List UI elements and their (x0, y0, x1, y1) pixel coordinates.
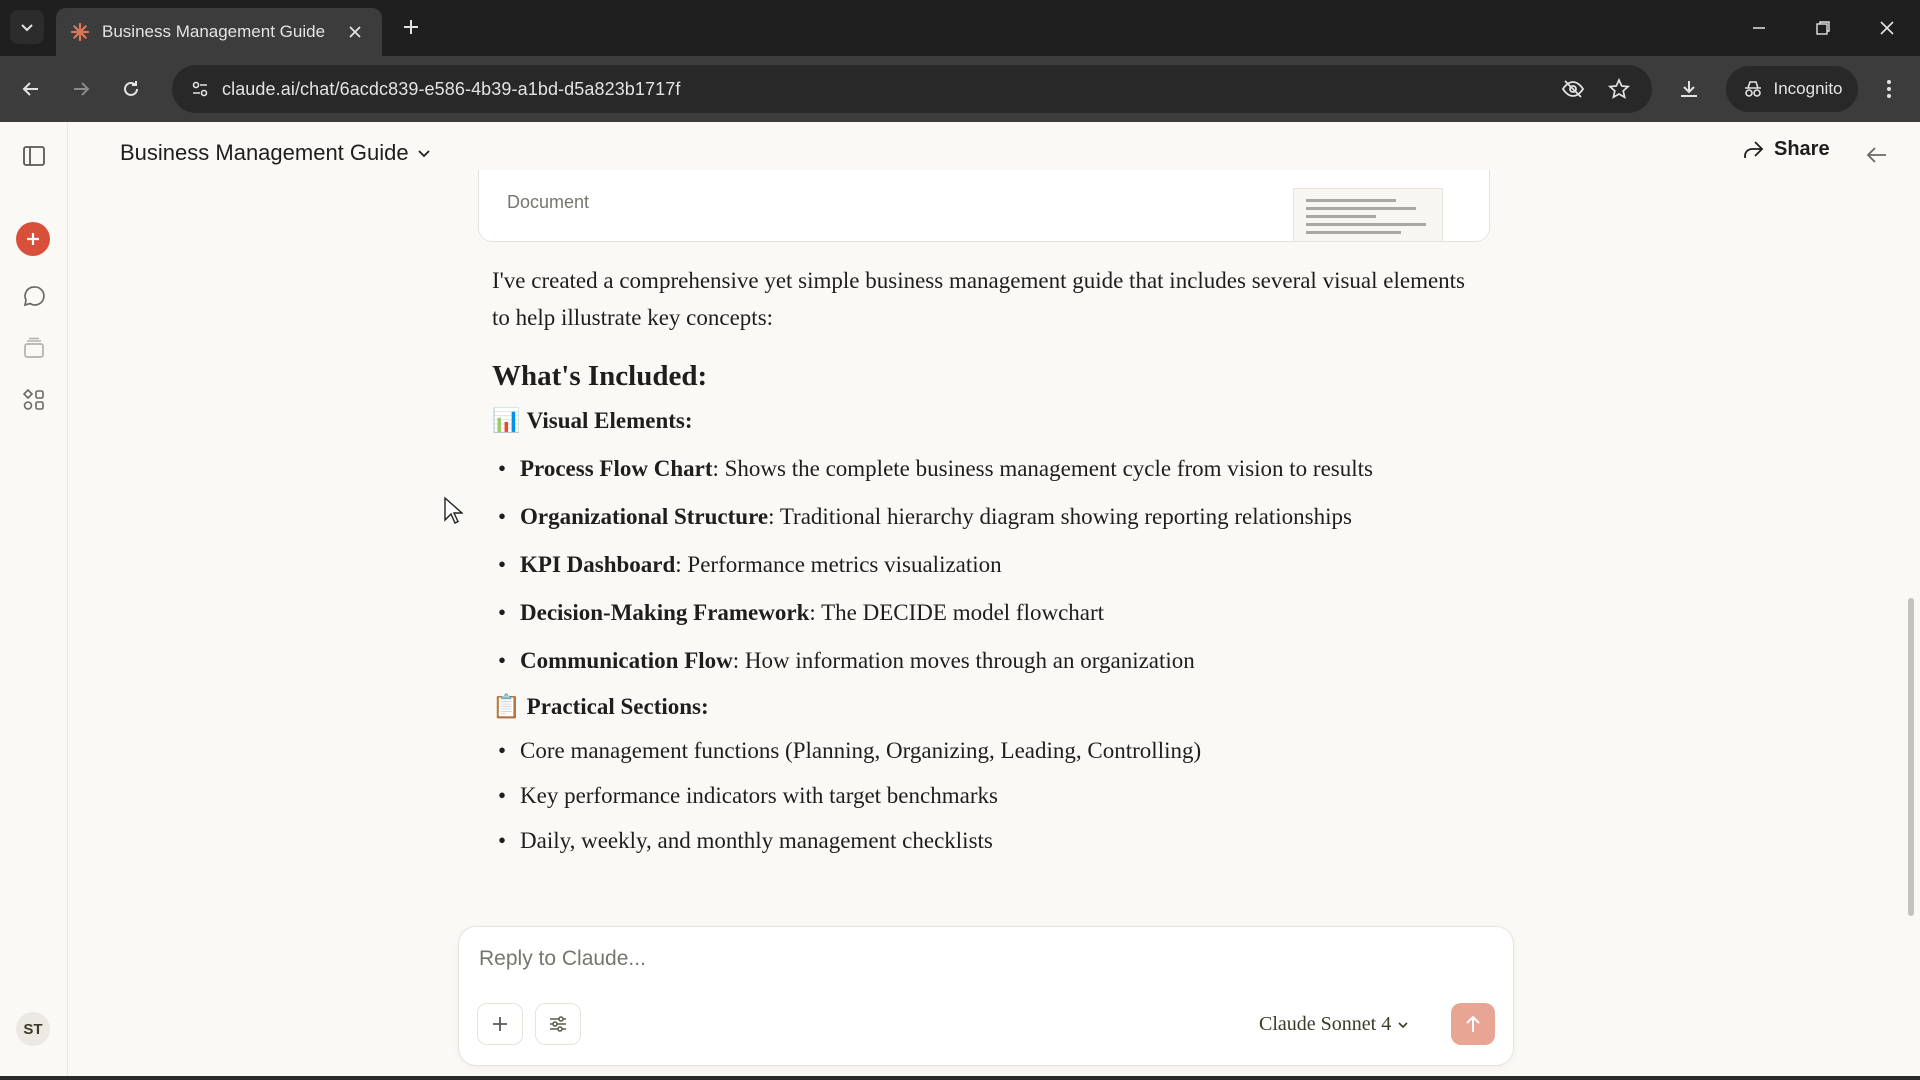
projects-icon (24, 337, 44, 358)
artifacts-icon (22, 388, 44, 410)
site-info-icon[interactable] (178, 65, 222, 113)
list-item: Key performance indicators with target b… (492, 777, 1472, 814)
artifacts-button[interactable] (14, 380, 54, 420)
artifact-thumbnail (1293, 188, 1443, 241)
arrow-left-icon (1866, 147, 1886, 163)
close-panel-button[interactable] (1862, 140, 1892, 170)
close-window-button[interactable] (1864, 8, 1910, 48)
incognito-label: Incognito (1773, 79, 1843, 98)
tab-title: Business Management Guide (102, 22, 326, 41)
visual-elements-list: Process Flow Chart: Shows the complete b… (492, 450, 1472, 679)
assistant-message: I've created a comprehensive yet simple … (492, 262, 1472, 867)
bar-chart-icon: 📊 (492, 408, 521, 433)
clipboard-icon: 📋 (492, 694, 521, 719)
share-arrow-icon (1744, 140, 1764, 158)
artifact-card[interactable]: Document (478, 170, 1490, 242)
download-icon (1681, 81, 1697, 97)
arrow-left-icon (22, 82, 38, 96)
minimize-button[interactable] (1736, 8, 1782, 48)
conversation-title-text: Business Management Guide (120, 140, 409, 165)
restore-button[interactable] (1800, 8, 1846, 48)
scrollbar-thumb[interactable] (1908, 598, 1914, 916)
new-chat-button[interactable] (16, 222, 50, 256)
app-sidebar: ST (0, 122, 68, 1080)
window-bottom-edge (0, 1076, 1920, 1080)
chats-button[interactable] (14, 276, 54, 316)
model-label: Claude Sonnet 4 (1259, 1013, 1392, 1035)
send-button[interactable] (1451, 1003, 1495, 1045)
mouse-cursor-icon (444, 496, 463, 524)
reply-composer: Claude Sonnet 4 (458, 926, 1514, 1066)
list-item: Organizational Structure: Traditional hi… (492, 498, 1472, 535)
section-heading-visual: 📊 Visual Elements: (492, 407, 1472, 434)
list-item: Process Flow Chart: Shows the complete b… (492, 450, 1472, 487)
incognito-icon (1744, 81, 1761, 97)
downloads-button[interactable] (1670, 70, 1708, 108)
browser-tab[interactable]: Business Management Guide (56, 8, 382, 56)
chevron-down-icon (1398, 1021, 1408, 1028)
bookmark-star-icon[interactable] (1604, 74, 1634, 104)
conversation-title[interactable]: Business Management Guide (120, 140, 431, 166)
sliders-icon (550, 1016, 566, 1032)
more-vertical-icon (1887, 80, 1891, 98)
share-button[interactable]: Share (1742, 138, 1830, 161)
list-item: Core management functions (Planning, Org… (492, 732, 1472, 769)
eye-off-icon[interactable] (1558, 74, 1588, 104)
chevron-down-icon (417, 150, 430, 158)
share-label: Share (1774, 138, 1830, 160)
browser-tabstrip: Business Management Guide (0, 0, 1920, 56)
sidebar-toggle-icon (23, 146, 45, 166)
practical-sections-list: Core management functions (Planning, Org… (492, 732, 1472, 859)
section-heading-practical: 📋 Practical Sections: (492, 693, 1472, 720)
artifact-type-label: Document (507, 192, 590, 212)
list-item: Decision-Making Framework: The DECIDE mo… (492, 594, 1472, 631)
browser-toolbar: claude.ai/chat/6acdc839-e586-4b39-a1bd-d… (0, 56, 1920, 122)
user-avatar[interactable]: ST (16, 1012, 50, 1046)
back-button[interactable] (12, 70, 50, 108)
tab-close-icon[interactable] (342, 19, 368, 45)
section-title: Visual Elements: (526, 407, 693, 433)
list-item: KPI Dashboard: Performance metrics visua… (492, 546, 1472, 583)
address-bar[interactable]: claude.ai/chat/6acdc839-e586-4b39-a1bd-d… (172, 65, 1652, 113)
close-icon (1880, 21, 1894, 35)
chevron-down-icon (21, 24, 33, 32)
tools-button[interactable] (535, 1003, 581, 1045)
arrow-right-icon (74, 82, 90, 96)
url-text: claude.ai/chat/6acdc839-e586-4b39-a1bd-d… (222, 78, 681, 99)
toggle-sidebar-button[interactable] (14, 136, 54, 176)
arrow-up-icon (1466, 1015, 1480, 1032)
plus-icon (493, 1017, 507, 1031)
new-tab-button[interactable] (396, 12, 426, 42)
plus-icon (404, 20, 418, 34)
message-heading: What's Included: (492, 360, 708, 392)
list-item: Daily, weekly, and monthly management ch… (492, 822, 1472, 859)
reload-icon (124, 81, 138, 96)
model-selector[interactable]: Claude Sonnet 4 (1259, 1013, 1409, 1036)
minimize-icon (1753, 27, 1765, 29)
forward-button[interactable] (62, 70, 100, 108)
browser-menu-button[interactable] (1870, 70, 1908, 108)
plus-icon (27, 233, 39, 245)
reply-input[interactable] (479, 947, 1379, 971)
chat-bubble-icon (23, 286, 45, 307)
restore-icon (1816, 21, 1830, 35)
projects-button[interactable] (14, 328, 54, 368)
section-title: Practical Sections: (526, 693, 709, 719)
reload-button[interactable] (112, 70, 150, 108)
incognito-badge[interactable]: Incognito (1726, 66, 1858, 112)
list-item: Communication Flow: How information move… (492, 642, 1472, 679)
add-attachment-button[interactable] (477, 1003, 523, 1045)
tab-search-button[interactable] (10, 10, 44, 44)
message-intro: I've created a comprehensive yet simple … (492, 268, 1466, 330)
claude-logo-icon (70, 22, 90, 42)
